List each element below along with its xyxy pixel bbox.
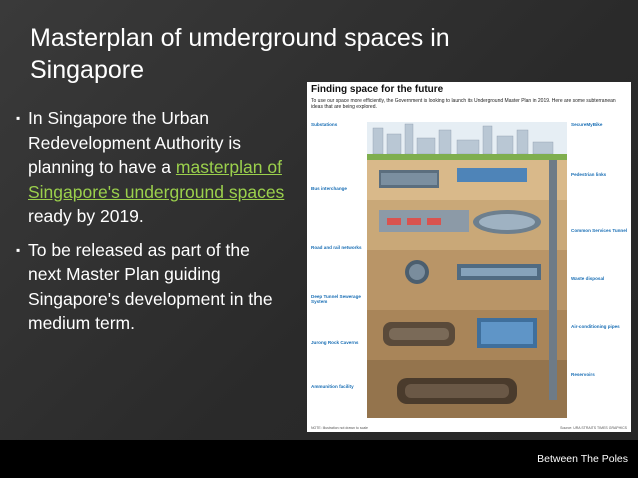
label-substations: Substations xyxy=(311,122,338,127)
label-bus-interchange: Bus interchange xyxy=(311,186,347,191)
label-common-services-tunnel: Common Services Tunnel xyxy=(571,228,628,233)
bullet-text: To be released as part of the next Maste… xyxy=(28,239,273,334)
infographic-image: Finding space for the future To use our … xyxy=(307,82,631,432)
label-waste-disposal: Waste disposal xyxy=(571,276,605,281)
bullet-list: ▪ In Singapore the Urban Redevelopment A… xyxy=(16,106,286,345)
slide-title: Masterplan of umderground spaces in Sing… xyxy=(30,24,450,84)
infographic-source: Source: URA STRAITS TIMES GRAPHICS xyxy=(560,426,627,430)
bullet-marker-icon: ▪ xyxy=(16,242,21,257)
bullet-item: ▪ In Singapore the Urban Redevelopment A… xyxy=(16,106,286,229)
label-ammunition-facility: Ammunition facility xyxy=(311,384,354,389)
bullet-text: In Singapore the Urban Redevelopment Aut… xyxy=(26,106,286,229)
label-jurong-rock-caverns: Jurong Rock Caverns xyxy=(311,340,359,345)
bullet-item: ▪ To be released as part of the next Mas… xyxy=(16,238,286,336)
slide: Masterplan of umderground spaces in Sing… xyxy=(0,0,638,440)
bullet-text-after: ready by 2019. xyxy=(28,206,144,226)
label-road-rail: Road and rail networks xyxy=(311,245,362,250)
bullet-marker-icon: ▪ xyxy=(16,111,21,125)
label-air-conditioning-pipes: Air-conditioning pipes xyxy=(571,324,620,329)
underground-cross-section-illustration xyxy=(307,120,631,420)
label-reservoirs: Reservoirs xyxy=(571,372,595,377)
infographic-note: NOTE: Illustration not drawn to scale xyxy=(311,426,368,430)
label-deep-tunnel: Deep Tunnel Sewerage System xyxy=(311,294,361,304)
label-securemybike: SecureMyBike xyxy=(571,122,603,127)
label-pedestrian-links: Pedestrian links xyxy=(571,172,607,177)
footer-brand-label: Between The Poles xyxy=(537,453,628,465)
